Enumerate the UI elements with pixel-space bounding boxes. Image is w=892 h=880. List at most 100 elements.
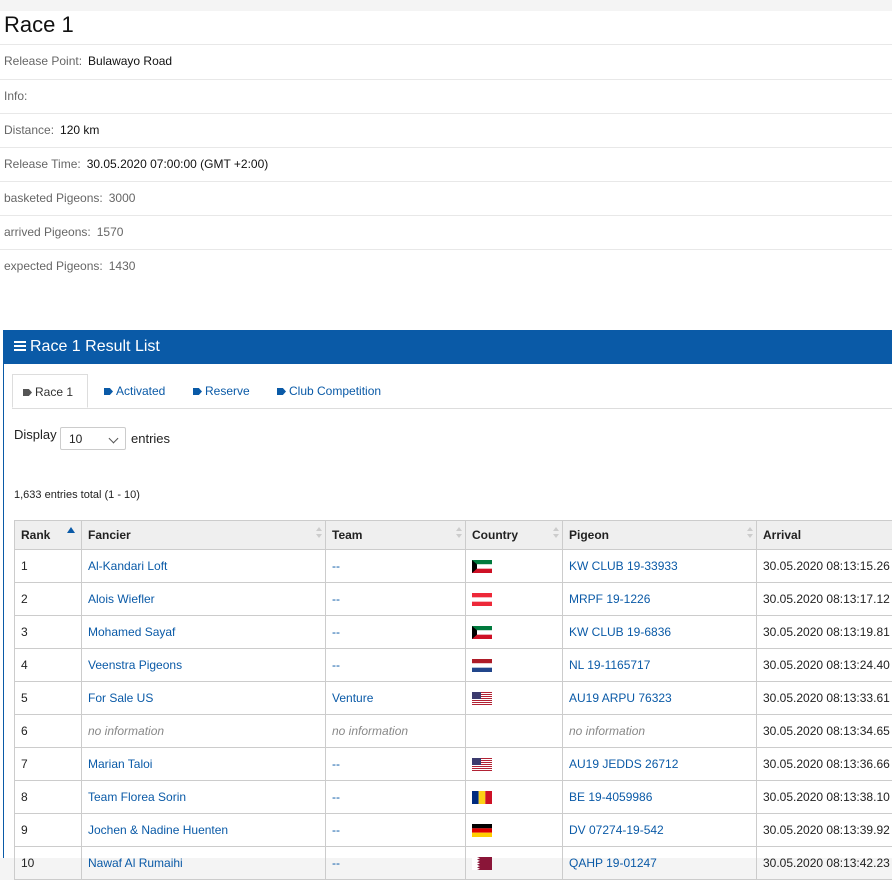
display-label: Display — [14, 427, 57, 442]
usa-flag-icon — [472, 692, 492, 705]
fancier-link[interactable]: Team Florea Sorin — [82, 781, 326, 814]
results-table: Rank Fancier Team Country Pigeon Arrival… — [14, 520, 892, 880]
col-fancier[interactable]: Fancier — [82, 521, 326, 550]
table-row: 5For Sale USVentureAU19 ARPU 7632330.05.… — [15, 682, 892, 715]
kuwait-flag-icon — [472, 626, 492, 639]
tab-reserve[interactable]: Reserve — [193, 374, 250, 408]
pigeon-link[interactable]: MRPF 19-1226 — [563, 583, 757, 616]
kuwait-flag-icon — [472, 560, 492, 573]
col-rank[interactable]: Rank — [15, 521, 82, 550]
tag-icon — [277, 388, 286, 395]
tab-bar: Race 1 Activated Reserve Club Competitio… — [12, 374, 892, 409]
pigeon-link[interactable]: KW CLUB 19-33933 — [563, 550, 757, 583]
fancier-link[interactable]: Nawaf Al Rumaihi — [82, 847, 326, 880]
pigeon-link[interactable]: DV 07274-19-542 — [563, 814, 757, 847]
arrival-cell: 30.05.2020 08:13:19.81 — [757, 616, 892, 649]
rank-cell: 5 — [15, 682, 82, 715]
col-arrival[interactable]: Arrival — [757, 521, 892, 550]
tab-label: Club Competition — [289, 384, 381, 398]
col-label: Fancier — [88, 528, 131, 542]
arrival-cell: 30.05.2020 08:13:38.10 — [757, 781, 892, 814]
fancier-link[interactable]: For Sale US — [82, 682, 326, 715]
tag-icon — [23, 389, 32, 396]
fancier-link[interactable]: Al-Kandari Loft — [82, 550, 326, 583]
panel-header: Race 1 Result List — [4, 330, 892, 364]
fancier-link[interactable]: Jochen & Nadine Huenten — [82, 814, 326, 847]
pigeon-link[interactable]: AU19 ARPU 76323 — [563, 682, 757, 715]
rank-cell: 1 — [15, 550, 82, 583]
tab-activated[interactable]: Activated — [104, 374, 165, 408]
info-value: 1570 — [97, 225, 124, 239]
col-label: Rank — [21, 528, 50, 542]
rank-cell: 10 — [15, 847, 82, 880]
rank-cell: 4 — [15, 649, 82, 682]
team-cell: no information — [326, 715, 466, 748]
info-expected: expected Pigeons:1430 — [0, 249, 892, 283]
country-cell — [466, 550, 563, 583]
arrival-cell: 30.05.2020 08:13:34.65 — [757, 715, 892, 748]
table-row: 6no informationno informationno informat… — [15, 715, 892, 748]
tab-race-1[interactable]: Race 1 — [12, 374, 88, 408]
country-cell — [466, 847, 563, 880]
tag-icon — [104, 388, 113, 395]
col-label: Pigeon — [569, 528, 609, 542]
arrival-cell: 30.05.2020 08:13:17.12 — [757, 583, 892, 616]
pigeon-link[interactable]: BE 19-4059986 — [563, 781, 757, 814]
fancier-link[interactable]: Veenstra Pigeons — [82, 649, 326, 682]
entries-select-value: 10 — [69, 432, 82, 446]
rank-cell: 3 — [15, 616, 82, 649]
pigeon-link[interactable]: QAHP 19-01247 — [563, 847, 757, 880]
team-cell[interactable]: -- — [326, 748, 466, 781]
country-cell — [466, 682, 563, 715]
entries-total: 1,633 entries total (1 - 10) — [14, 489, 140, 501]
info-info: Info: — [0, 79, 892, 113]
sort-icon — [316, 527, 321, 539]
info-value: 30.05.2020 07:00:00 (GMT +2:00) — [87, 157, 269, 171]
col-team[interactable]: Team — [326, 521, 466, 550]
tab-label: Reserve — [205, 384, 250, 398]
page-title: Race 1 — [4, 12, 74, 38]
team-cell[interactable]: -- — [326, 847, 466, 880]
team-cell[interactable]: -- — [326, 550, 466, 583]
team-cell[interactable]: -- — [326, 583, 466, 616]
tab-label: Race 1 — [35, 385, 73, 399]
chevron-down-icon — [109, 434, 119, 444]
entries-select[interactable]: 10 — [60, 427, 126, 450]
table-row: 4Veenstra Pigeons--NL 19-116571730.05.20… — [15, 649, 892, 682]
pigeon-link[interactable]: AU19 JEDDS 26712 — [563, 748, 757, 781]
romania-flag-icon — [472, 791, 492, 804]
fancier-link[interactable]: Alois Wiefler — [82, 583, 326, 616]
table-row: 7Marian Taloi--AU19 JEDDS 2671230.05.202… — [15, 748, 892, 781]
sort-asc-icon — [67, 527, 75, 533]
info-label: Release Time: — [0, 157, 81, 171]
usa-flag-icon — [472, 758, 492, 771]
pigeon-link[interactable]: NL 19-1165717 — [563, 649, 757, 682]
netherlands-flag-icon — [472, 659, 492, 672]
germany-flag-icon — [472, 824, 492, 837]
austria-flag-icon — [472, 593, 492, 606]
country-cell — [466, 616, 563, 649]
arrival-cell: 30.05.2020 08:13:36.66 — [757, 748, 892, 781]
country-cell — [466, 814, 563, 847]
pigeon-link[interactable]: KW CLUB 19-6836 — [563, 616, 757, 649]
table-row: 8Team Florea Sorin--BE 19-405998630.05.2… — [15, 781, 892, 814]
country-cell — [466, 583, 563, 616]
team-cell[interactable]: -- — [326, 814, 466, 847]
fancier-link[interactable]: Mohamed Sayaf — [82, 616, 326, 649]
team-cell[interactable]: -- — [326, 649, 466, 682]
tag-icon — [193, 388, 202, 395]
team-cell[interactable]: -- — [326, 781, 466, 814]
info-label: Distance: — [0, 123, 54, 137]
col-pigeon[interactable]: Pigeon — [563, 521, 757, 550]
pigeon-link: no information — [563, 715, 757, 748]
team-cell[interactable]: -- — [326, 616, 466, 649]
arrival-cell: 30.05.2020 08:13:42.23 — [757, 847, 892, 880]
table-row: 2Alois Wiefler--MRPF 19-122630.05.2020 0… — [15, 583, 892, 616]
tab-club-competition[interactable]: Club Competition — [277, 374, 381, 408]
entries-label: entries — [131, 431, 170, 446]
col-label: Team — [332, 528, 362, 542]
col-country[interactable]: Country — [466, 521, 563, 550]
team-cell[interactable]: Venture — [326, 682, 466, 715]
info-distance: Distance:120 km — [0, 113, 892, 147]
fancier-link[interactable]: Marian Taloi — [82, 748, 326, 781]
